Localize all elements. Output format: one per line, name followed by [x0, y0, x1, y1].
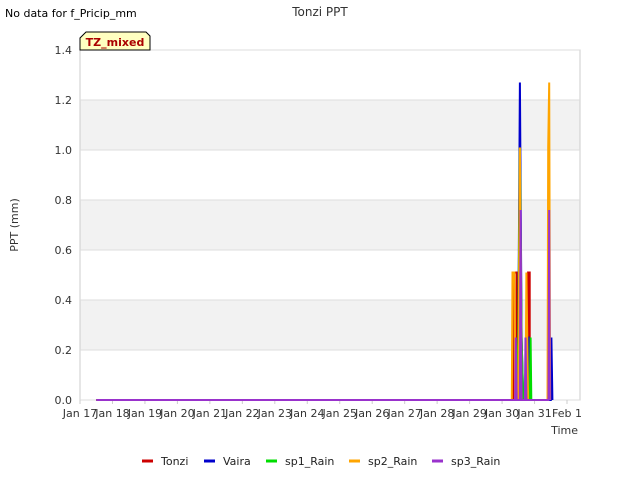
- x-tick-label: Jan 22: [224, 407, 259, 420]
- tz-mixed-badge: TZ_mixed: [79, 31, 151, 51]
- y-tick-label: 1.4: [55, 44, 73, 57]
- legend-label: sp2_Rain: [368, 455, 417, 468]
- plot-band: [80, 100, 580, 150]
- x-tick-label: Jan 24: [289, 407, 324, 420]
- legend-label: Vaira: [223, 455, 251, 468]
- y-tick-label: 1.0: [55, 144, 73, 157]
- plot-band: [80, 200, 580, 250]
- x-axis-label: Time: [550, 424, 578, 437]
- y-axis-label: PPT (mm): [8, 198, 21, 252]
- x-tick-label: Feb 1: [552, 407, 582, 420]
- plot-band: [80, 300, 580, 350]
- y-tick-label: 0.0: [55, 394, 73, 407]
- legend-label: sp1_Rain: [285, 455, 334, 468]
- y-tick-label: 0.8: [55, 194, 73, 207]
- x-tick-label: Jan 25: [322, 407, 357, 420]
- x-tick-label: Jan 30: [484, 407, 519, 420]
- x-tick-label: Jan 29: [451, 407, 486, 420]
- x-tick-label: Jan 20: [159, 407, 194, 420]
- y-tick-label: 1.2: [55, 94, 73, 107]
- x-tick-label: Jan 18: [94, 407, 129, 420]
- legend: Tonzi Vaira sp1_Rain sp2_Rain sp3_Rain: [142, 455, 500, 468]
- x-tick-label: Jan 26: [354, 407, 389, 420]
- x-tick-label: Jan 21: [192, 407, 227, 420]
- legend-label: Tonzi: [160, 455, 188, 468]
- x-tick-label: Jan 28: [419, 407, 454, 420]
- y-tick-label: 0.2: [55, 344, 73, 357]
- x-tick-label: Jan 27: [386, 407, 421, 420]
- legend-label: sp3_Rain: [451, 455, 500, 468]
- tz-mixed-badge-label: TZ_mixed: [86, 36, 145, 49]
- y-tick-label: 0.4: [55, 294, 73, 307]
- chart-title: Tonzi PPT: [291, 5, 348, 19]
- x-tick-labels: Jan 17Jan 18Jan 19Jan 20Jan 21Jan 22Jan …: [62, 400, 582, 420]
- x-tick-label: Jan 23: [257, 407, 292, 420]
- series-line-sp1-rain: [96, 147, 533, 401]
- x-tick-label: Jan 31: [516, 407, 551, 420]
- x-tick-label: Jan 17: [62, 407, 97, 420]
- ppt-chart: 0.00.20.40.60.81.01.21.4 Jan 17Jan 18Jan…: [8, 5, 582, 468]
- x-tick-label: Jan 19: [127, 407, 162, 420]
- y-tick-labels: 0.0 0.2 0.4 0.6 0.8 1.0 1.2 1.4: [55, 44, 73, 407]
- y-tick-label: 0.6: [55, 244, 73, 257]
- plot-bands: [80, 100, 580, 350]
